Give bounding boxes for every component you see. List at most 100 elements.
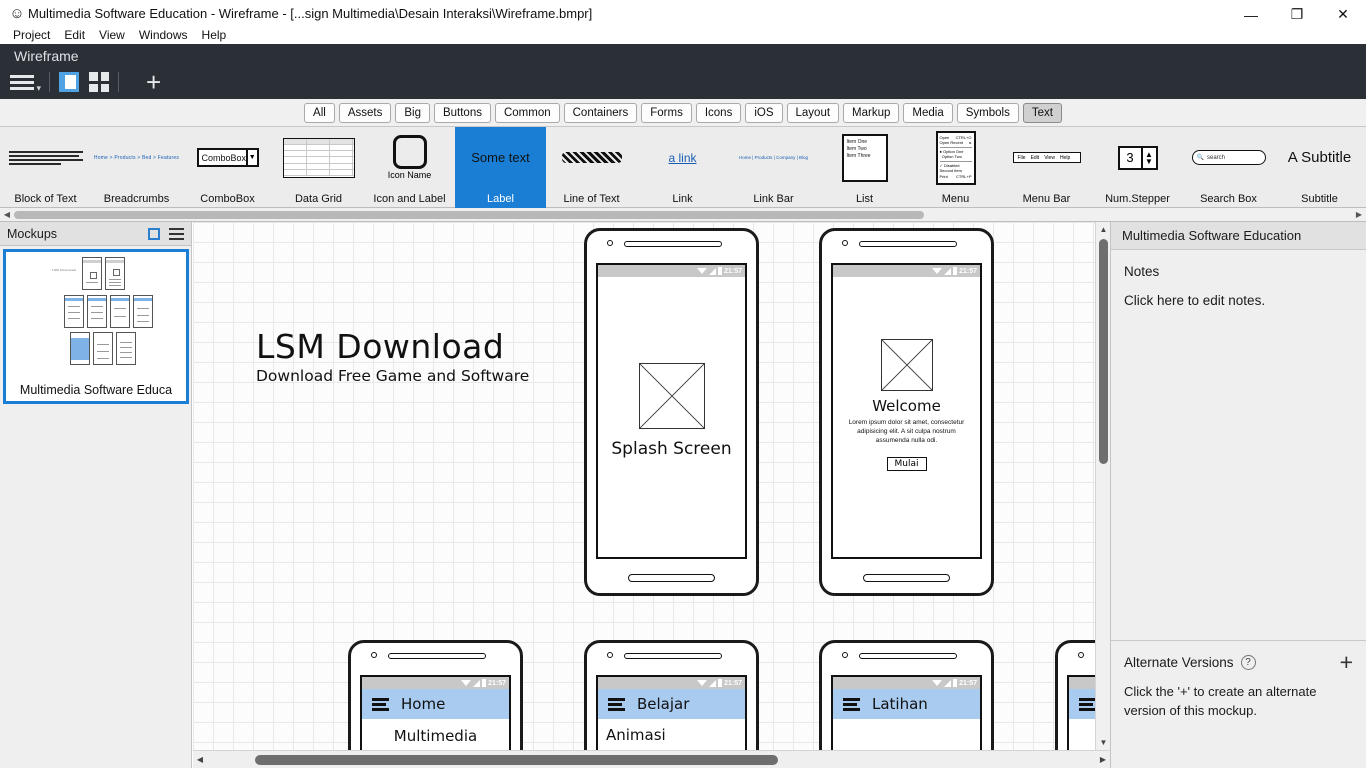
menu-bar: Project Edit View Windows Help bbox=[0, 25, 1366, 44]
grid-layout-icon[interactable] bbox=[89, 72, 109, 92]
canvas-horizontal-scrollbar[interactable]: ◀ ▶ bbox=[193, 750, 1110, 768]
application-window: ☺ Multimedia Software Education - Wirefr… bbox=[0, 0, 1366, 768]
tab-all[interactable]: All bbox=[304, 102, 335, 123]
design-canvas[interactable]: LSM Download Download Free Game and Soft… bbox=[193, 222, 1095, 750]
mockups-panel-header: Mockups bbox=[0, 222, 191, 246]
wifi-icon bbox=[932, 268, 943, 274]
status-bar: 21:57 bbox=[362, 677, 509, 689]
scroll-left-arrow-icon[interactable]: ◀ bbox=[0, 208, 14, 221]
tab-buttons[interactable]: Buttons bbox=[433, 102, 491, 123]
search-box-sample: search bbox=[1206, 154, 1225, 161]
palette-item-data-grid[interactable]: Data Grid bbox=[273, 127, 364, 208]
app-bar: Home bbox=[362, 689, 509, 719]
subtitle-sample: A Subtitle bbox=[1287, 149, 1352, 166]
palette-item-breadcrumbs[interactable]: Home > Products > Bed > Features Breadcr… bbox=[91, 127, 182, 208]
breadcrumbs-icon: Home > Products > Bed > Features bbox=[91, 127, 182, 188]
phone-mockup-welcome[interactable]: 21:57 Welcome Lorem ipsum dolor sit amet… bbox=[819, 228, 994, 596]
palette-scrollbar[interactable]: ◀ ▶ bbox=[0, 208, 1366, 222]
mockups-panel-title: Mockups bbox=[7, 226, 58, 241]
scroll-up-arrow-icon[interactable]: ▲ bbox=[1096, 222, 1111, 237]
palette-item-link-bar[interactable]: Home | Products | Company | Blog Link Ba… bbox=[728, 127, 819, 208]
menu-item-view[interactable]: View bbox=[92, 27, 132, 43]
panel-layout-icon[interactable] bbox=[59, 72, 79, 92]
canvas-vertical-scrollbar[interactable]: ▲ ▼ bbox=[1095, 222, 1110, 750]
phone-mockup-belajar[interactable]: 21:57 Belajar Animasi bbox=[584, 640, 759, 750]
battery-icon bbox=[718, 679, 723, 687]
phone-mockup-partial[interactable] bbox=[1055, 640, 1095, 750]
palette-item-subtitle[interactable]: A Subtitle Subtitle bbox=[1274, 127, 1365, 208]
hamburger-menu-icon[interactable] bbox=[372, 697, 389, 711]
tab-markup[interactable]: Markup bbox=[843, 102, 900, 123]
tab-ios[interactable]: iOS bbox=[745, 102, 783, 123]
menu-item-windows[interactable]: Windows bbox=[132, 27, 195, 43]
tab-icons[interactable]: Icons bbox=[695, 102, 742, 123]
palette-label: Search Box bbox=[1200, 193, 1257, 205]
welcome-body: Lorem ipsum dolor sit amet, consectetur … bbox=[848, 419, 965, 444]
tab-big[interactable]: Big bbox=[395, 102, 430, 123]
tab-common[interactable]: Common bbox=[494, 102, 560, 123]
menu-item-help[interactable]: Help bbox=[195, 27, 234, 43]
palette-label: Num.Stepper bbox=[1105, 193, 1170, 205]
tab-containers[interactable]: Containers bbox=[563, 102, 638, 123]
alternate-versions-body: Click the '+' to create an alternate ver… bbox=[1124, 684, 1317, 718]
palette-item-icon-and-label[interactable]: Icon Name Icon and Label bbox=[364, 127, 455, 208]
mulai-button[interactable]: Mulai bbox=[886, 457, 927, 471]
palette-item-menu[interactable]: Open CTRL+O Open Recent ▸ ● Option One Opt… bbox=[910, 127, 1001, 208]
combobox-icon: ComboBox ▼ bbox=[182, 127, 273, 188]
horizontal-scroll-thumb[interactable] bbox=[255, 755, 778, 765]
stepper-value: 3 bbox=[1117, 145, 1141, 170]
list-view-icon[interactable] bbox=[169, 227, 184, 240]
palette-label: List bbox=[855, 193, 874, 205]
scroll-down-arrow-icon[interactable]: ▼ bbox=[1096, 735, 1111, 750]
section-heading: Animasi bbox=[606, 726, 666, 744]
app-bar bbox=[1069, 689, 1095, 719]
palette-item-label[interactable]: Some text Label bbox=[455, 127, 546, 208]
wifi-icon bbox=[461, 680, 472, 686]
vertical-scroll-thumb[interactable] bbox=[1099, 239, 1108, 464]
mockup-card[interactable]: LSM Download Multimedia Software Educa bbox=[3, 249, 189, 404]
palette-item-menu-bar[interactable]: File Edit View Help Menu Bar bbox=[1001, 127, 1092, 208]
tab-forms[interactable]: Forms bbox=[641, 102, 692, 123]
battery-icon bbox=[482, 679, 487, 687]
tab-layout[interactable]: Layout bbox=[786, 102, 840, 123]
scroll-right-arrow-icon[interactable]: ▶ bbox=[1352, 208, 1366, 221]
status-clock: 21:57 bbox=[959, 679, 977, 687]
menu-item-project[interactable]: Project bbox=[6, 27, 57, 43]
palette-item-search-box[interactable]: 🔍 search Search Box bbox=[1183, 127, 1274, 208]
menu-hamburger-icon[interactable] bbox=[10, 71, 41, 94]
camera-icon bbox=[607, 652, 614, 658]
canvas-heading-title: LSM Download bbox=[256, 327, 505, 366]
palette-label: Subtitle bbox=[1301, 193, 1338, 205]
palette-scroll-thumb[interactable] bbox=[14, 211, 924, 219]
hamburger-menu-icon[interactable] bbox=[843, 697, 860, 711]
tab-symbols[interactable]: Symbols bbox=[956, 102, 1019, 123]
hamburger-menu-icon[interactable] bbox=[608, 697, 625, 711]
notes-edit-area[interactable]: Click here to edit notes. bbox=[1124, 293, 1366, 308]
palette-item-block-of-text[interactable]: Block of Text bbox=[0, 127, 91, 208]
phone-mockup-latihan[interactable]: 21:57 Latihan bbox=[819, 640, 994, 750]
tab-media[interactable]: Media bbox=[903, 102, 953, 123]
phone-screen: 21:57 Latihan bbox=[831, 675, 982, 750]
tab-text[interactable]: Text bbox=[1022, 102, 1062, 123]
menu-item-edit[interactable]: Edit bbox=[57, 27, 92, 43]
splash-label: Splash Screen bbox=[611, 439, 732, 459]
phone-screen: 21:57 Home Multimedia bbox=[360, 675, 511, 750]
add-new-icon[interactable]: + bbox=[146, 69, 161, 95]
thumbnail-view-icon[interactable] bbox=[148, 227, 160, 240]
scroll-right-arrow-icon[interactable]: ▶ bbox=[1096, 751, 1110, 768]
help-icon[interactable]: ? bbox=[1240, 655, 1256, 670]
palette-item-num-stepper[interactable]: 3 ▲ ▼ Num.Stepper bbox=[1092, 127, 1183, 208]
tab-assets[interactable]: Assets bbox=[338, 102, 392, 123]
phone-mockup-home[interactable]: 21:57 Home Multimedia bbox=[348, 640, 523, 750]
palette-item-link[interactable]: a link Link bbox=[637, 127, 728, 208]
menu-bar-sample: File Edit View Help bbox=[1012, 152, 1081, 163]
hamburger-menu-icon[interactable] bbox=[1079, 697, 1095, 711]
palette-item-list[interactable]: Item One Item Two Item Three List bbox=[819, 127, 910, 208]
canvas-heading[interactable]: LSM Download Download Free Game and Soft… bbox=[256, 327, 529, 385]
phone-mockup-splash[interactable]: 21:57 Splash Screen bbox=[584, 228, 759, 596]
combobox-sample: ComboBox bbox=[201, 152, 247, 163]
palette-item-combobox[interactable]: ComboBox ▼ ComboBox bbox=[182, 127, 273, 208]
add-alternate-version-button[interactable]: + bbox=[1340, 651, 1353, 674]
scroll-left-arrow-icon[interactable]: ◀ bbox=[193, 751, 207, 768]
palette-item-line-of-text[interactable]: Line of Text bbox=[546, 127, 637, 208]
